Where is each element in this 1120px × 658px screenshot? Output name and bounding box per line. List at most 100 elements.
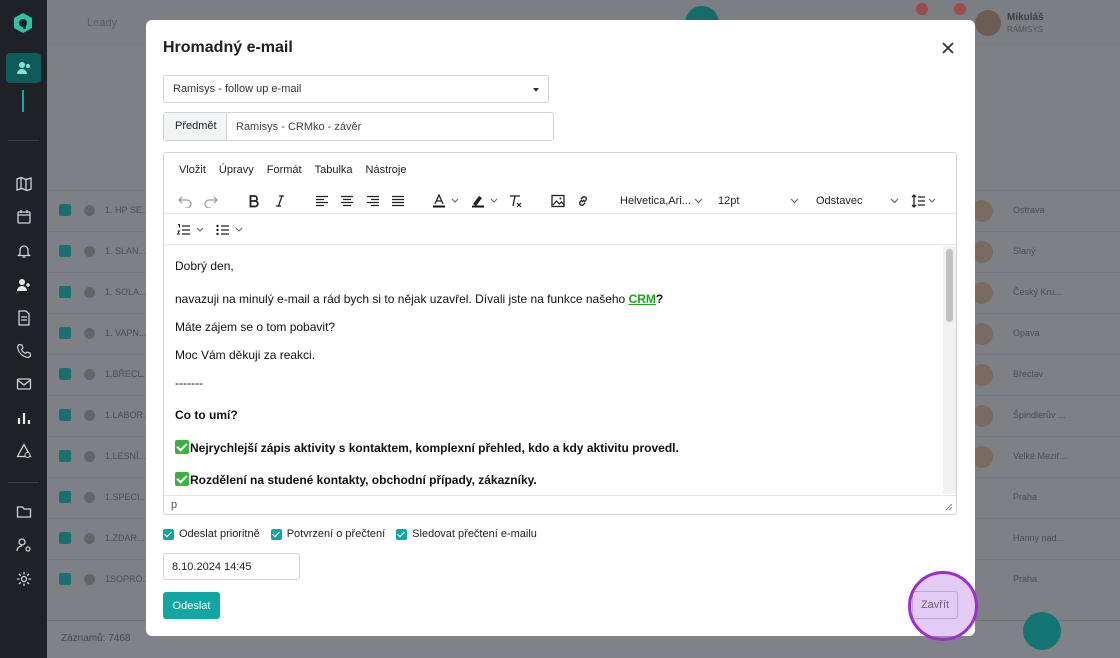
- editor-scrollbar[interactable]: [943, 246, 956, 494]
- sidebar-divider: [8, 140, 39, 141]
- user-name: Mikuláš: [1007, 12, 1044, 23]
- row-checkbox[interactable]: [59, 245, 71, 257]
- checkbox-priority[interactable]: Odeslat prioritně: [163, 528, 260, 540]
- font-family-select[interactable]: Helvetica,Ari...: [614, 190, 709, 212]
- row-checkbox[interactable]: [59, 409, 71, 421]
- email-options: Odeslat prioritně Potvrzení o přečtení S…: [163, 528, 548, 540]
- checkbox-checked-icon[interactable]: [270, 528, 282, 540]
- clear-format-button[interactable]: [505, 191, 525, 211]
- scrollbar-thumb[interactable]: [946, 249, 953, 322]
- row-city: Praha: [1013, 574, 1038, 584]
- row-checkbox[interactable]: [59, 573, 71, 585]
- menu-format[interactable]: Formát: [267, 164, 302, 185]
- user-settings-icon: [16, 538, 31, 552]
- align-right-button[interactable]: [363, 191, 383, 211]
- align-left-button[interactable]: [312, 191, 332, 211]
- chevron-down-icon: [694, 198, 703, 204]
- sidebar-item-automation[interactable]: [13, 440, 35, 462]
- row-checkbox[interactable]: [59, 204, 71, 216]
- row-checkbox[interactable]: [59, 450, 71, 462]
- row-checkbox[interactable]: [59, 327, 71, 339]
- row-name: 1.LABOR...: [105, 410, 151, 420]
- checkbox-checked-icon[interactable]: [163, 528, 174, 540]
- undo-button[interactable]: [175, 191, 195, 211]
- chevron-down-icon: [890, 198, 899, 204]
- status-dot-icon: [84, 451, 95, 462]
- checkbox-label: Sledovat přečtení e-mailu: [412, 528, 537, 540]
- sidebar-item-settings[interactable]: [13, 568, 35, 590]
- numbered-list-button[interactable]: [175, 220, 209, 240]
- sidebar-item-team[interactable]: [13, 534, 35, 556]
- row-checkbox[interactable]: [59, 491, 71, 503]
- menu-tools[interactable]: Nástroje: [366, 164, 407, 185]
- chat-button[interactable]: [1023, 612, 1061, 650]
- row-name: 1.BŘECL...: [105, 369, 151, 379]
- checkbox-read-receipt[interactable]: Potvrzení o přečtení: [270, 528, 386, 540]
- checkbox-checked-icon[interactable]: [396, 528, 408, 540]
- insert-link-button[interactable]: [573, 191, 593, 211]
- italic-button[interactable]: [270, 191, 290, 211]
- sidebar-item-map[interactable]: [13, 173, 35, 195]
- align-center-icon: [341, 195, 353, 207]
- subject-input[interactable]: [227, 113, 553, 140]
- editor-content[interactable]: Dobrý den, navazuji na minulý e-mail a r…: [164, 246, 943, 494]
- bullet-text: Rozdělení na studené kontakty, obchodní …: [190, 473, 537, 487]
- undo-icon: [178, 196, 192, 208]
- insert-image-button[interactable]: [548, 191, 568, 211]
- row-city: Velké Meziř...: [1013, 451, 1068, 461]
- close-icon[interactable]: [940, 40, 956, 56]
- align-center-button[interactable]: [337, 191, 357, 211]
- send-date-input[interactable]: [163, 553, 300, 580]
- row-city: Opava: [1013, 328, 1040, 338]
- bold-button[interactable]: [244, 191, 264, 211]
- status-dot-icon: [84, 369, 95, 380]
- resize-handle-icon[interactable]: [945, 503, 953, 511]
- caret-down-icon: [533, 88, 539, 92]
- sidebar-item-notifications[interactable]: [13, 240, 35, 262]
- sidebar-item-calls[interactable]: [13, 340, 35, 362]
- sidebar-item-contacts[interactable]: [13, 57, 35, 79]
- italic-icon: [276, 195, 284, 207]
- sidebar: [0, 0, 47, 658]
- align-right-icon: [367, 195, 379, 207]
- sidebar-item-email[interactable]: [13, 373, 35, 395]
- row-name: 1.ZDAR...: [105, 533, 145, 543]
- row-name: 1. HP SE...: [105, 205, 150, 215]
- sidebar-item-files[interactable]: [13, 501, 35, 523]
- highlight-color-button[interactable]: [469, 191, 503, 211]
- menu-table[interactable]: Tabulka: [315, 164, 353, 185]
- row-city: Praha: [1013, 492, 1038, 502]
- bullet-list-button[interactable]: [214, 220, 248, 240]
- redo-button[interactable]: [201, 191, 221, 211]
- bullet-text: Nejrychlejší zápis aktivity s kontaktem,…: [190, 441, 679, 455]
- font-size-select[interactable]: 12pt: [712, 190, 805, 212]
- sidebar-item-calendar[interactable]: [13, 206, 35, 228]
- send-button[interactable]: Odeslat: [163, 592, 220, 619]
- align-justify-button[interactable]: [388, 191, 408, 211]
- row-checkbox[interactable]: [59, 286, 71, 298]
- users-icon: [17, 62, 30, 74]
- menu-edit[interactable]: Úpravy: [219, 164, 254, 185]
- bullet-list-icon: [216, 224, 243, 236]
- line-height-button[interactable]: [909, 191, 939, 211]
- element-path[interactable]: p: [171, 499, 177, 511]
- sidebar-item-leads[interactable]: [13, 274, 35, 296]
- text-color-button[interactable]: [430, 191, 464, 211]
- breadcrumb[interactable]: Leady: [87, 17, 117, 29]
- subject-label: Předmět: [164, 113, 227, 140]
- check-mark-icon: [175, 472, 189, 486]
- row-checkbox[interactable]: [59, 532, 71, 544]
- checkbox-label: Potvrzení o přečtení: [286, 528, 386, 540]
- app-logo-icon[interactable]: [12, 12, 34, 34]
- row-checkbox[interactable]: [59, 368, 71, 380]
- checkbox-track-reading[interactable]: Sledovat přečtení e-mailu: [396, 528, 537, 540]
- menu-insert[interactable]: Vložit: [179, 164, 206, 185]
- close-button[interactable]: Zavřít: [912, 591, 958, 619]
- block-format-select[interactable]: Odstavec: [810, 190, 905, 212]
- sidebar-item-documents[interactable]: [13, 307, 35, 329]
- editor-statusbar: p: [164, 495, 956, 514]
- sidebar-item-reports[interactable]: [13, 407, 35, 429]
- crm-link[interactable]: CRM: [629, 292, 656, 306]
- avatar[interactable]: [975, 10, 1001, 36]
- email-template-select[interactable]: Ramisys - follow up e-mail: [163, 75, 549, 103]
